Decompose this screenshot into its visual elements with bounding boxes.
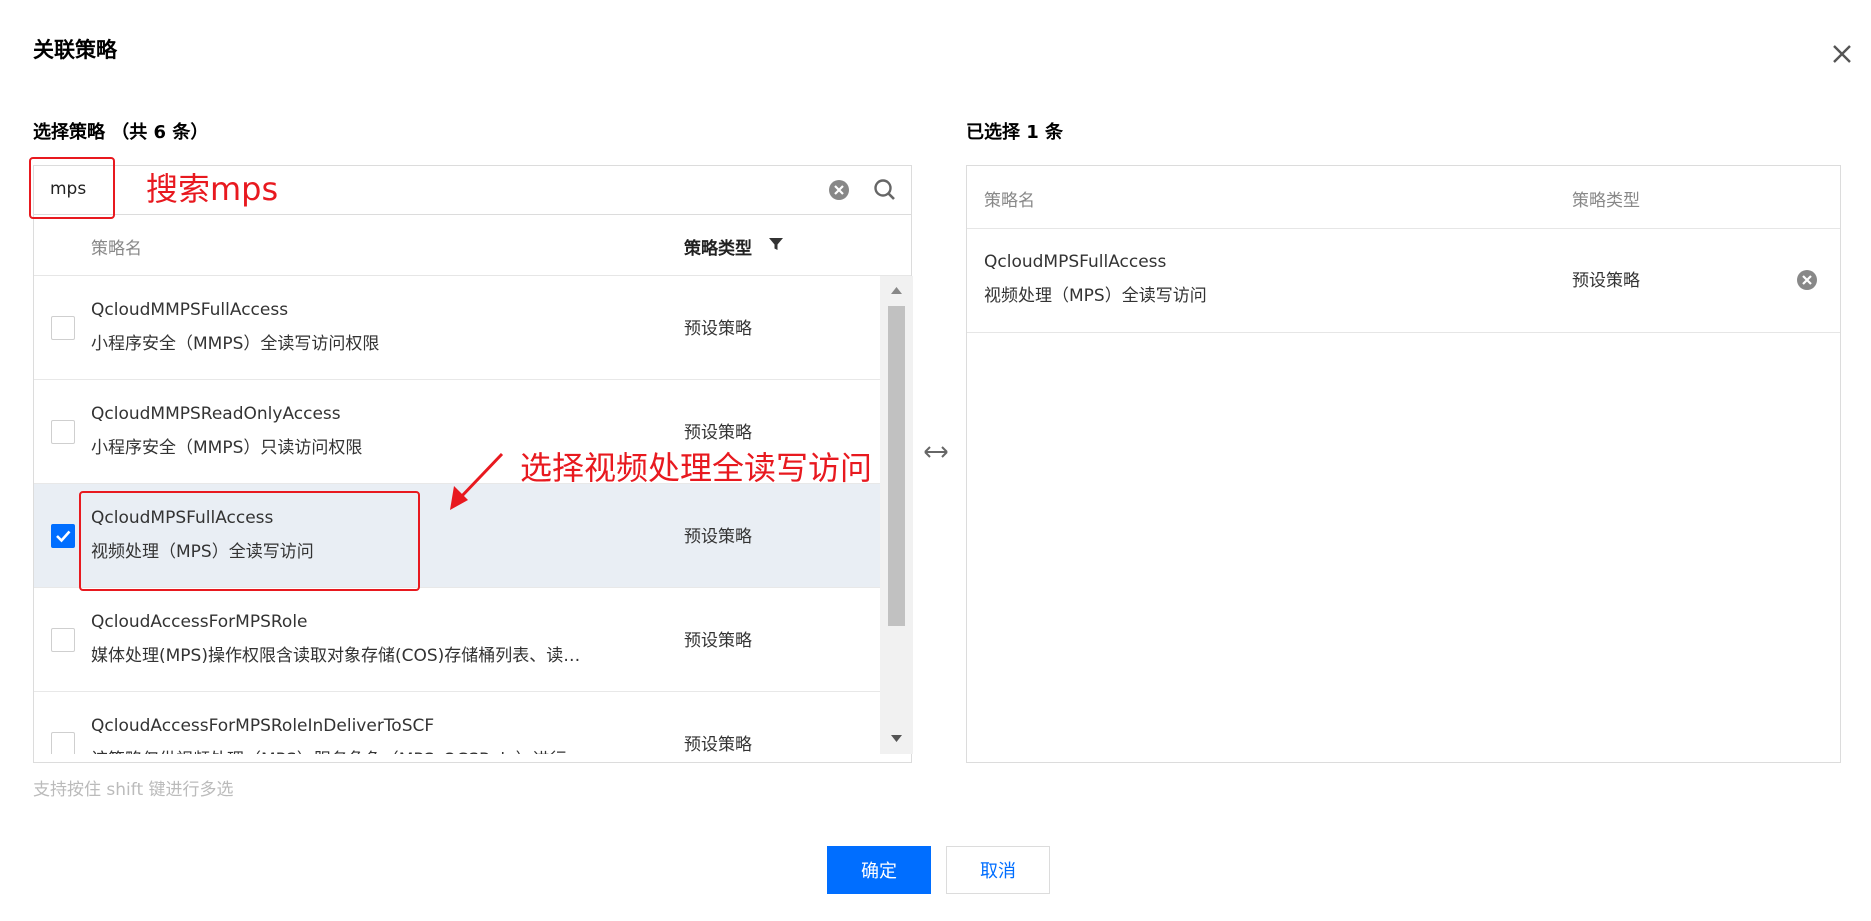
dialog-title: 关联策略	[33, 38, 117, 62]
scroll-down-arrow-icon[interactable]	[880, 731, 913, 745]
cancel-button[interactable]: 取消	[946, 846, 1050, 894]
table-header: 策略名 策略类型	[34, 214, 911, 276]
search-annotation: 搜索mps	[146, 170, 279, 208]
policy-name: QcloudMMPSReadOnlyAccess	[91, 404, 341, 424]
policy-type: 预设策略	[684, 631, 752, 651]
swap-icon	[921, 442, 951, 462]
scroll-thumb[interactable]	[888, 306, 905, 626]
row-checkbox[interactable]	[51, 420, 75, 444]
row-checkbox[interactable]	[51, 524, 75, 548]
selected-row: QcloudMPSFullAccess 视频处理（MPS）全读写访问 预设策略	[967, 228, 1840, 333]
search-highlight-box	[29, 157, 115, 219]
table-row[interactable]: QcloudAccessForMPSRoleInDeliverToSCF 该策略…	[34, 692, 880, 754]
select-highlight-box	[79, 491, 420, 591]
search-icon[interactable]	[872, 177, 898, 203]
column-header-type: 策略类型	[1572, 191, 1640, 211]
policy-type: 预设策略	[684, 735, 752, 754]
row-checkbox[interactable]	[51, 316, 75, 340]
annotation-arrow-icon	[450, 452, 504, 510]
filter-icon[interactable]	[768, 236, 784, 252]
check-icon	[56, 530, 71, 543]
multi-select-hint: 支持按住 shift 键进行多选	[33, 780, 234, 800]
policy-desc: 媒体处理(MPS)操作权限含读取对象存储(COS)存储桶列表、读…	[91, 646, 581, 666]
table-row[interactable]: QcloudAccessForMPSRole 媒体处理(MPS)操作权限含读取对…	[34, 588, 880, 692]
right-panel-label: 已选择 1 条	[966, 122, 1064, 143]
policy-name: QcloudAccessForMPSRoleInDeliverToSCF	[91, 716, 435, 736]
policy-type: 预设策略	[684, 527, 752, 547]
policy-type: 预设策略	[684, 319, 752, 339]
left-panel-label: 选择策略 （共 6 条）	[33, 122, 209, 143]
column-header-type[interactable]: 策略类型	[684, 234, 752, 259]
selected-panel: 策略名 策略类型 QcloudMPSFullAccess 视频处理（MPS）全读…	[966, 165, 1841, 763]
policy-desc: 该策略仅供视频处理（MPS）服务角色（MPS_QCSRole）进行…	[91, 745, 636, 754]
selected-table-header: 策略名 策略类型	[967, 166, 1840, 229]
policy-desc: 小程序安全（MMPS）全读写访问权限	[91, 334, 380, 354]
table-row[interactable]: QcloudMMPSFullAccess 小程序安全（MMPS）全读写访问权限 …	[34, 276, 880, 380]
scrollbar[interactable]	[880, 276, 913, 754]
remove-icon[interactable]	[1795, 268, 1819, 292]
close-icon[interactable]	[1826, 38, 1858, 70]
row-checkbox[interactable]	[51, 732, 75, 754]
policy-type: 预设策略	[1572, 271, 1640, 291]
policy-name: QcloudMMPSFullAccess	[91, 300, 289, 320]
confirm-button[interactable]: 确定	[827, 846, 931, 894]
clear-icon[interactable]	[827, 178, 851, 202]
policy-type: 预设策略	[684, 423, 752, 443]
select-annotation: 选择视频处理全读写访问	[520, 449, 873, 487]
row-checkbox[interactable]	[51, 628, 75, 652]
column-header-name: 策略名	[91, 239, 142, 259]
policy-name: QcloudMPSFullAccess	[984, 252, 1167, 272]
scroll-up-arrow-icon[interactable]	[880, 282, 913, 296]
policy-name: QcloudAccessForMPSRole	[91, 612, 308, 632]
column-header-name: 策略名	[984, 191, 1035, 211]
policy-desc: 视频处理（MPS）全读写访问	[984, 286, 1207, 306]
